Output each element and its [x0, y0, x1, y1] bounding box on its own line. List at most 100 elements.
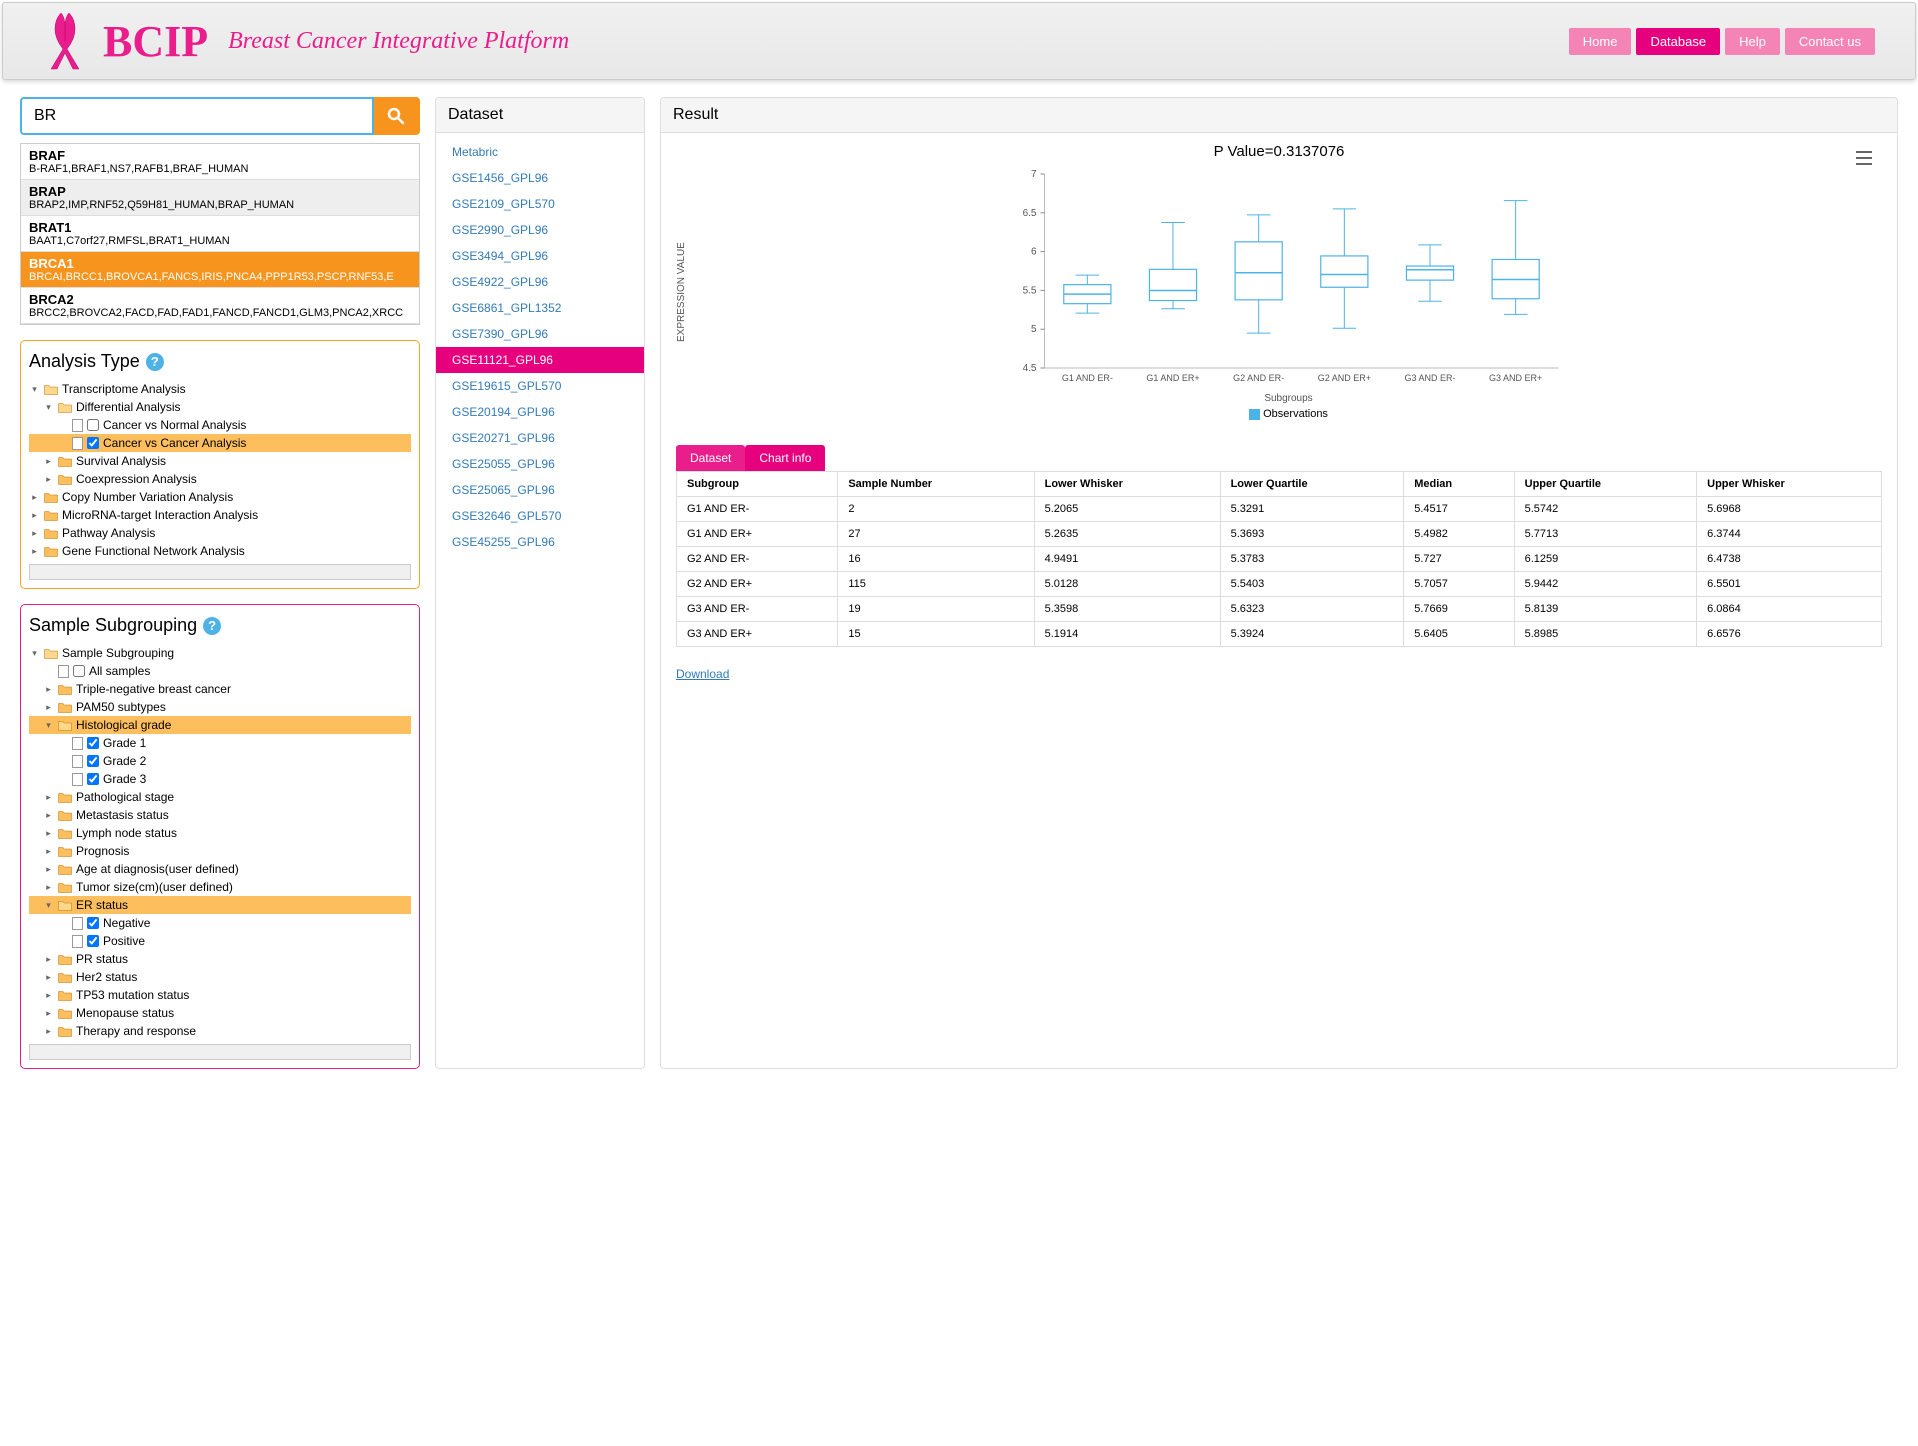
toggle-icon[interactable]: ▸: [43, 882, 54, 893]
help-icon[interactable]: ?: [203, 617, 221, 635]
tree-node[interactable]: ▸Therapy and response: [29, 1022, 411, 1040]
tree-node[interactable]: ▾Transcriptome Analysis: [29, 380, 411, 398]
toggle-icon[interactable]: [57, 936, 68, 947]
autocomplete-item[interactable]: BRAPBRAP2,IMP,RNF52,Q59H81_HUMAN,BRAP_HU…: [21, 180, 419, 216]
tab-dataset[interactable]: Dataset: [676, 445, 745, 471]
tree-node[interactable]: Cancer vs Normal Analysis: [29, 416, 411, 434]
checkbox[interactable]: [87, 773, 99, 785]
dataset-item[interactable]: GSE20194_GPL96: [436, 399, 644, 425]
tree-node[interactable]: Cancer vs Cancer Analysis: [29, 434, 411, 452]
toggle-icon[interactable]: [57, 756, 68, 767]
tree-node[interactable]: ▸Triple-negative breast cancer: [29, 680, 411, 698]
tree-node[interactable]: Grade 1: [29, 734, 411, 752]
toggle-icon[interactable]: ▸: [29, 546, 40, 557]
download-link[interactable]: Download: [676, 667, 729, 681]
toggle-icon[interactable]: ▸: [43, 972, 54, 983]
toggle-icon[interactable]: ▸: [43, 954, 54, 965]
toggle-icon[interactable]: ▸: [43, 792, 54, 803]
search-button[interactable]: [374, 97, 420, 135]
dataset-item[interactable]: GSE3494_GPL96: [436, 243, 644, 269]
tree-node[interactable]: ▸MicroRNA-target Interaction Analysis: [29, 506, 411, 524]
tree-node[interactable]: Grade 2: [29, 752, 411, 770]
toggle-icon[interactable]: ▸: [43, 864, 54, 875]
toggle-icon[interactable]: ▸: [29, 492, 40, 503]
scrollbar[interactable]: [29, 564, 411, 580]
toggle-icon[interactable]: ▾: [43, 402, 54, 413]
tree-node[interactable]: ▸Prognosis: [29, 842, 411, 860]
checkbox[interactable]: [87, 437, 99, 449]
tree-node[interactable]: ▸Tumor size(cm)(user defined): [29, 878, 411, 896]
toggle-icon[interactable]: ▸: [43, 990, 54, 1001]
dataset-item[interactable]: GSE25065_GPL96: [436, 477, 644, 503]
search-input[interactable]: [20, 97, 374, 135]
dataset-item[interactable]: GSE7390_GPL96: [436, 321, 644, 347]
tree-node[interactable]: Positive: [29, 932, 411, 950]
toggle-icon[interactable]: ▸: [43, 456, 54, 467]
checkbox[interactable]: [87, 755, 99, 767]
tab-chart-info[interactable]: Chart info: [745, 445, 825, 471]
toggle-icon[interactable]: ▾: [29, 648, 40, 659]
dataset-item[interactable]: GSE20271_GPL96: [436, 425, 644, 451]
tree-node[interactable]: ▸Lymph node status: [29, 824, 411, 842]
nav-contact-us[interactable]: Contact us: [1785, 28, 1875, 55]
tree-node[interactable]: ▸Copy Number Variation Analysis: [29, 488, 411, 506]
tree-node[interactable]: ▸Coexpression Analysis: [29, 470, 411, 488]
autocomplete-item[interactable]: BRAFB-RAF1,BRAF1,NS7,RAFB1,BRAF_HUMAN: [21, 144, 419, 180]
dataset-item[interactable]: GSE1456_GPL96: [436, 165, 644, 191]
dataset-item[interactable]: GSE4922_GPL96: [436, 269, 644, 295]
tree-node[interactable]: ▾Differential Analysis: [29, 398, 411, 416]
autocomplete-item[interactable]: BRAT1BAAT1,C7orf27,RMFSL,BRAT1_HUMAN: [21, 216, 419, 252]
tree-node[interactable]: ▸PR status: [29, 950, 411, 968]
toggle-icon[interactable]: ▾: [29, 384, 40, 395]
checkbox[interactable]: [87, 419, 99, 431]
tree-node[interactable]: Negative: [29, 914, 411, 932]
nav-database[interactable]: Database: [1636, 28, 1720, 55]
dataset-item[interactable]: GSE2109_GPL570: [436, 191, 644, 217]
toggle-icon[interactable]: ▸: [43, 1008, 54, 1019]
dataset-item[interactable]: GSE19615_GPL570: [436, 373, 644, 399]
toggle-icon[interactable]: [57, 438, 68, 449]
dataset-item[interactable]: GSE11121_GPL96: [436, 347, 644, 373]
checkbox[interactable]: [87, 737, 99, 749]
autocomplete-item[interactable]: BRCA1BRCAI,BRCC1,BROVCA1,FANCS,IRIS,PNCA…: [21, 252, 419, 288]
tree-node[interactable]: ▸PAM50 subtypes: [29, 698, 411, 716]
toggle-icon[interactable]: [57, 774, 68, 785]
tree-node[interactable]: ▸Menopause status: [29, 1004, 411, 1022]
nav-home[interactable]: Home: [1569, 28, 1632, 55]
dataset-item[interactable]: GSE25055_GPL96: [436, 451, 644, 477]
tree-node[interactable]: ▾Sample Subgrouping: [29, 644, 411, 662]
toggle-icon[interactable]: [57, 420, 68, 431]
toggle-icon[interactable]: [57, 918, 68, 929]
autocomplete-item[interactable]: BRCA2BRCC2,BROVCA2,FACD,FAD,FAD1,FANCD,F…: [21, 288, 419, 324]
tree-node[interactable]: All samples: [29, 662, 411, 680]
tree-node[interactable]: ▸Survival Analysis: [29, 452, 411, 470]
tree-node[interactable]: ▸Pathological stage: [29, 788, 411, 806]
toggle-icon[interactable]: ▸: [29, 510, 40, 521]
toggle-icon[interactable]: [57, 738, 68, 749]
tree-node[interactable]: ▸Gene Functional Network Analysis: [29, 542, 411, 560]
tree-node[interactable]: Grade 3: [29, 770, 411, 788]
tree-node[interactable]: ▸TP53 mutation status: [29, 986, 411, 1004]
chart-menu-button[interactable]: [1856, 151, 1872, 168]
tree-node[interactable]: ▸Pathway Analysis: [29, 524, 411, 542]
checkbox[interactable]: [73, 665, 85, 677]
dataset-item[interactable]: GSE6861_GPL1352: [436, 295, 644, 321]
tree-node[interactable]: ▾Histological grade: [29, 716, 411, 734]
nav-help[interactable]: Help: [1725, 28, 1780, 55]
dataset-item[interactable]: Metabric: [436, 139, 644, 165]
tree-node[interactable]: ▸Metastasis status: [29, 806, 411, 824]
tree-node[interactable]: ▸Her2 status: [29, 968, 411, 986]
scrollbar[interactable]: [29, 1044, 411, 1060]
dataset-item[interactable]: GSE2990_GPL96: [436, 217, 644, 243]
toggle-icon[interactable]: ▸: [43, 810, 54, 821]
checkbox[interactable]: [87, 917, 99, 929]
dataset-item[interactable]: GSE45255_GPL96: [436, 529, 644, 555]
toggle-icon[interactable]: ▸: [43, 684, 54, 695]
tree-node[interactable]: ▸Age at diagnosis(user defined): [29, 860, 411, 878]
toggle-icon[interactable]: ▸: [43, 828, 54, 839]
toggle-icon[interactable]: ▸: [43, 1026, 54, 1037]
dataset-item[interactable]: GSE32646_GPL570: [436, 503, 644, 529]
tree-node[interactable]: ▾ER status: [29, 896, 411, 914]
toggle-icon[interactable]: ▸: [43, 474, 54, 485]
checkbox[interactable]: [87, 935, 99, 947]
